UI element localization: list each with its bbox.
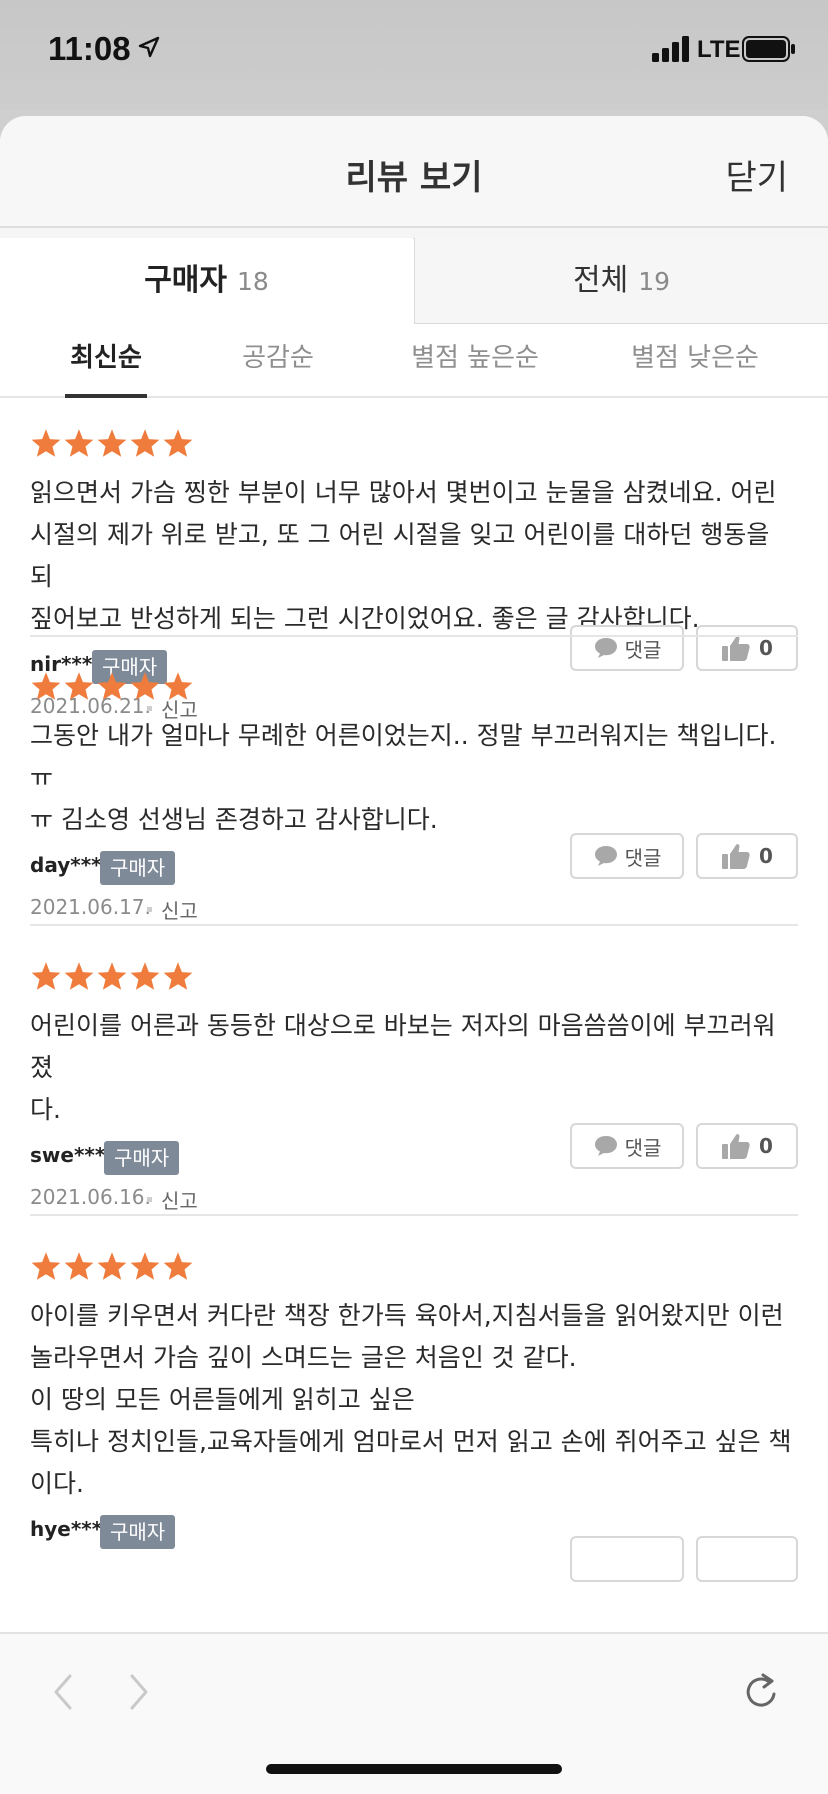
review-text: 그동안 내가 얼마나 무례한 어른이었는지.. 정말 부끄러워지는 책입니다.ㅠ… xyxy=(30,721,777,834)
star-icon xyxy=(97,429,127,457)
status-time: 11:08 xyxy=(48,30,131,67)
like-button[interactable]: 0 xyxy=(696,1123,798,1169)
review-sheet: 리뷰 보기 닫기 구매자 18 전체 19 최신순 공감순 별점 높은순 별점 낮은… xyxy=(0,116,828,1792)
back-arrow-icon[interactable] xyxy=(44,1672,84,1712)
review-divider xyxy=(30,924,798,926)
forward-arrow-icon[interactable] xyxy=(118,1672,158,1712)
reviewer-id: day*** xyxy=(30,853,102,877)
star-icon xyxy=(64,962,94,990)
star-icon xyxy=(163,1252,193,1280)
review-text: 읽으면서 가슴 찡한 부분이 너무 많아서 몇번이고 눈물을 삼켰네요. 어린 … xyxy=(30,478,777,633)
star-icon xyxy=(130,672,160,700)
thumbs-up-icon xyxy=(722,1134,750,1159)
sort-latest[interactable]: 최신순 xyxy=(65,326,147,398)
like-button[interactable]: 0 xyxy=(696,625,798,671)
star-icon xyxy=(163,429,193,457)
like-count: 0 xyxy=(759,844,773,868)
sort-rating-high[interactable]: 별점 높은순 xyxy=(410,326,540,396)
reload-icon[interactable] xyxy=(742,1672,782,1712)
buyer-badge: 구매자 xyxy=(100,851,176,885)
close-button[interactable]: 닫기 xyxy=(725,150,788,199)
sort-rating-low[interactable]: 별점 낮은순 xyxy=(630,326,760,396)
review-date: 2021.06.17. xyxy=(30,895,151,919)
like-button[interactable] xyxy=(696,1536,798,1582)
sheet-header: 리뷰 보기 닫기 xyxy=(0,116,828,228)
star-icon xyxy=(31,429,61,457)
sort-options: 최신순 공감순 별점 높은순 별점 낮은순 xyxy=(0,326,828,398)
tab-all[interactable]: 전체 19 xyxy=(414,238,828,324)
star-icon xyxy=(64,429,94,457)
star-icon xyxy=(64,1252,94,1280)
report-link[interactable]: 신고 xyxy=(161,1185,198,1214)
comment-button[interactable]: 댓글 xyxy=(570,625,684,671)
tab-buyer[interactable]: 구매자 18 xyxy=(0,238,413,324)
star-rating xyxy=(30,671,798,701)
speech-bubble-icon xyxy=(594,638,617,658)
star-icon xyxy=(130,962,160,990)
star-icon xyxy=(130,1252,160,1280)
comment-button[interactable]: 댓글 xyxy=(570,833,684,879)
thumbs-up-icon xyxy=(722,844,750,869)
tab-buyer-label: 구매자 xyxy=(144,263,227,298)
status-bar: 11:08 LTE xyxy=(0,0,828,110)
signal-bars-icon xyxy=(652,36,689,62)
star-icon xyxy=(97,1252,127,1280)
sort-likes[interactable]: 공감순 xyxy=(236,326,320,396)
network-label: LTE xyxy=(697,36,741,63)
review-date: 2021.06.16. xyxy=(30,1185,151,1209)
home-indicator xyxy=(266,1764,562,1774)
star-icon xyxy=(163,962,193,990)
tab-buyer-count: 18 xyxy=(237,267,269,296)
comment-label: 댓글 xyxy=(624,1135,662,1160)
review-item: 아이를 키우면서 커다란 책장 한가득 육아서,지침서들을 읽어왔지만 이런 놀… xyxy=(30,1251,798,1582)
star-icon xyxy=(130,429,160,457)
star-rating xyxy=(30,1251,798,1281)
review-item: 어린이를 어른과 동등한 대상으로 바보는 저자의 마음씀씀이에 부끄러워졌 다… xyxy=(30,961,798,1215)
star-icon xyxy=(31,1252,61,1280)
speech-bubble-icon xyxy=(594,1136,617,1156)
comment-label: 댓글 xyxy=(624,845,662,870)
star-icon xyxy=(163,672,193,700)
star-icon xyxy=(97,962,127,990)
reviewer-id: hye*** xyxy=(30,1517,103,1541)
thumbs-up-icon xyxy=(722,636,750,661)
battery-icon xyxy=(742,36,795,62)
tab-all-count: 19 xyxy=(638,267,670,296)
star-icon xyxy=(97,672,127,700)
star-icon xyxy=(31,672,61,700)
comment-label: 댓글 xyxy=(624,637,662,662)
star-rating xyxy=(30,428,798,458)
tab-all-label: 전체 xyxy=(572,263,629,298)
star-icon xyxy=(31,962,61,990)
location-arrow-icon xyxy=(138,36,160,58)
review-item: 그동안 내가 얼마나 무례한 어른이었는지.. 정말 부끄러워지는 책입니다.ㅠ… xyxy=(30,671,798,925)
buyer-badge: 구매자 xyxy=(104,1141,180,1175)
buyer-badge: 구매자 xyxy=(100,1515,176,1549)
review-text: 어린이를 어른과 동등한 대상으로 바보는 저자의 마음씀씀이에 부끄러워졌 다… xyxy=(30,1011,776,1124)
report-link[interactable]: 신고 xyxy=(161,895,198,924)
meta-separator xyxy=(147,907,152,912)
review-text: 아이를 키우면서 커다란 책장 한가득 육아서,지침서들을 읽어왔지만 이런 놀… xyxy=(30,1301,792,1498)
speech-bubble-icon xyxy=(594,846,617,866)
review-divider xyxy=(30,1214,798,1216)
comment-button[interactable]: 댓글 xyxy=(570,1123,684,1169)
meta-separator xyxy=(147,1197,152,1202)
review-divider xyxy=(30,635,798,637)
comment-button[interactable] xyxy=(570,1536,684,1582)
star-icon xyxy=(64,672,94,700)
sheet-title: 리뷰 보기 xyxy=(345,158,483,198)
like-count: 0 xyxy=(759,1134,773,1158)
star-rating xyxy=(30,961,798,991)
like-count: 0 xyxy=(759,636,773,660)
like-button[interactable]: 0 xyxy=(696,833,798,879)
reviewer-id: swe*** xyxy=(30,1143,106,1167)
